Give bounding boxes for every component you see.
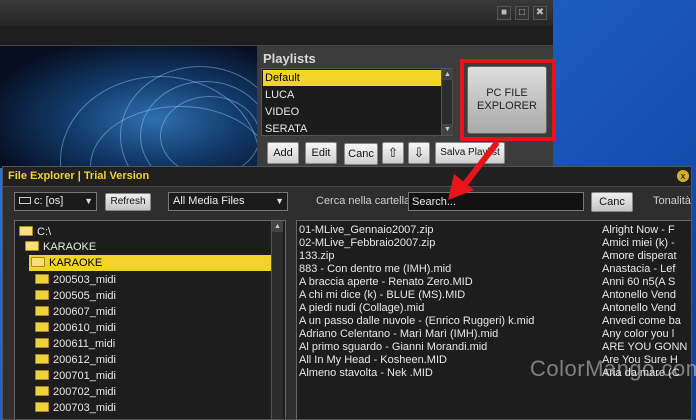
tree-item[interactable]: 200703_midi [35, 400, 116, 416]
file-item[interactable]: A un passo dalle nuvole - (Enrico Rugger… [299, 315, 534, 328]
file-item[interactable]: A piedi nudi (Collage).mid [299, 302, 424, 315]
tree-item[interactable]: 200610_midi [35, 320, 116, 336]
tree-item[interactable]: 200611_midi [35, 336, 115, 352]
folder-icon [35, 338, 49, 348]
clear-search-button[interactable]: Canc [591, 192, 633, 212]
file-explorer-titlebar: File Explorer | Trial Version x [3, 167, 691, 187]
playlist-item-video[interactable]: VIDEO [263, 104, 441, 120]
song-item[interactable]: Antonello Vend [602, 289, 676, 302]
chevron-down-icon: ▼ [84, 196, 93, 206]
chevron-down-icon: ▼ [275, 196, 284, 206]
tree-item[interactable]: 200701_midi [35, 368, 116, 384]
tree-item[interactable]: 200612_midi [35, 352, 116, 368]
red-arrow-annotation [448, 141, 499, 200]
tree-item-selected[interactable]: KARAOKE [29, 255, 271, 271]
scroll-up-icon[interactable]: ▲ [272, 221, 283, 232]
file-item[interactable]: A braccia aperte - Renato Zero.MID [299, 276, 473, 289]
move-down-icon[interactable]: ⇩ [408, 142, 430, 164]
playlist-item-default[interactable]: Default [263, 70, 441, 86]
file-item[interactable]: Al primo sguardo - Gianni Morandi.mid [299, 341, 487, 354]
video-preview [0, 46, 257, 168]
folder-open-icon [25, 241, 39, 251]
song-item[interactable]: Any color you l [602, 328, 674, 341]
song-item[interactable]: Amore disperat [602, 250, 677, 263]
tree-item[interactable]: 200503_midi [35, 272, 116, 288]
edit-playlist-button[interactable]: Edit [305, 142, 337, 164]
file-item[interactable]: 02-MLive_Febbraio2007.zip [299, 237, 435, 250]
song-item[interactable]: Amici miei (k) - [602, 237, 675, 250]
folder-icon [35, 370, 49, 380]
folder-icon [35, 322, 49, 332]
file-item[interactable]: A chi mi dice (k) - BLUE (MS).MID [299, 289, 465, 302]
tree-scrollbar[interactable]: ▲ [271, 221, 283, 419]
folder-open-icon [31, 257, 45, 267]
scroll-up-icon[interactable]: ▲ [442, 69, 453, 80]
song-item[interactable]: Alright Now - F [602, 224, 675, 237]
file-item[interactable]: Almeno stavolta - Nek .MID [299, 367, 433, 380]
close-icon[interactable]: ✖ [533, 6, 547, 20]
song-item[interactable]: Anni 60 n5(A S [602, 276, 675, 289]
playlist-list: Default LUCA VIDEO SERATA ▲ ▼ [261, 68, 453, 136]
delete-playlist-button[interactable]: Canc [344, 143, 378, 165]
drive-select[interactable]: c: [os] ▼ [14, 192, 97, 211]
move-up-icon[interactable]: ⇧ [382, 142, 404, 164]
folder-icon [35, 354, 49, 364]
app-menubar [0, 26, 553, 46]
folder-icon [35, 402, 49, 412]
search-label: Cerca nella cartella [316, 195, 411, 207]
media-filter-select[interactable]: All Media Files ▼ [168, 192, 288, 211]
playlist-item-luca[interactable]: LUCA [263, 87, 441, 103]
file-item[interactable]: All In My Head - Kosheen.MID [299, 354, 447, 367]
file-list: 01-MLive_Gennaio2007.zip Alright Now - F… [296, 220, 691, 419]
media-filter-value: All Media Files [173, 195, 245, 207]
file-explorer-title: File Explorer | Trial Version [8, 170, 150, 182]
drive-icon [19, 197, 31, 204]
folder-icon [35, 386, 49, 396]
add-playlist-button[interactable]: Add [267, 142, 299, 164]
folder-open-icon [19, 226, 33, 236]
tree-item[interactable]: 200607_midi [35, 304, 116, 320]
folder-icon [35, 306, 49, 316]
tonalita-label: Tonalità [653, 195, 691, 207]
refresh-button[interactable]: Refresh [105, 193, 151, 211]
tree-item[interactable]: C:\ [19, 224, 51, 240]
song-item[interactable]: Antonello Vend [602, 302, 676, 315]
file-item[interactable]: 133.zip [299, 250, 334, 263]
minimize-icon[interactable]: ■ [497, 6, 511, 20]
playlists-title: Playlists [263, 51, 316, 66]
tree-item[interactable]: 200505_midi [35, 288, 116, 304]
folder-tree: C:\ KARAOKE KARAOKE 200503_midi 200505_m… [14, 220, 286, 419]
song-item[interactable]: Anvedi come ba [602, 315, 681, 328]
playlist-item-serata[interactable]: SERATA [263, 121, 441, 137]
folder-icon [35, 290, 49, 300]
file-item[interactable]: 01-MLive_Gennaio2007.zip [299, 224, 434, 237]
pc-file-explorer-button[interactable]: PC FILE EXPLORER [467, 66, 547, 134]
song-item[interactable]: Anastacia - Lef [602, 263, 675, 276]
file-item[interactable]: 883 - Con dentro me (IMH).mid [299, 263, 451, 276]
scroll-down-icon[interactable]: ▼ [442, 124, 453, 135]
tree-item[interactable]: KARAOKE [25, 239, 96, 255]
app-titlebar: ■ □ ✖ [0, 0, 553, 26]
maximize-icon[interactable]: □ [515, 6, 529, 20]
folder-icon [35, 274, 49, 284]
drive-select-value: c: [os] [34, 195, 64, 207]
close-icon[interactable]: x [677, 170, 689, 182]
song-item[interactable]: ARE YOU GONN [602, 341, 687, 354]
playlist-scrollbar[interactable]: ▲ ▼ [441, 69, 453, 135]
watermark: ColorMango.com [530, 356, 696, 381]
tree-item[interactable]: 200702_midi [35, 384, 116, 400]
file-item[interactable]: Adriano Celentano - Marì Marì (IMH).mid [299, 328, 498, 341]
